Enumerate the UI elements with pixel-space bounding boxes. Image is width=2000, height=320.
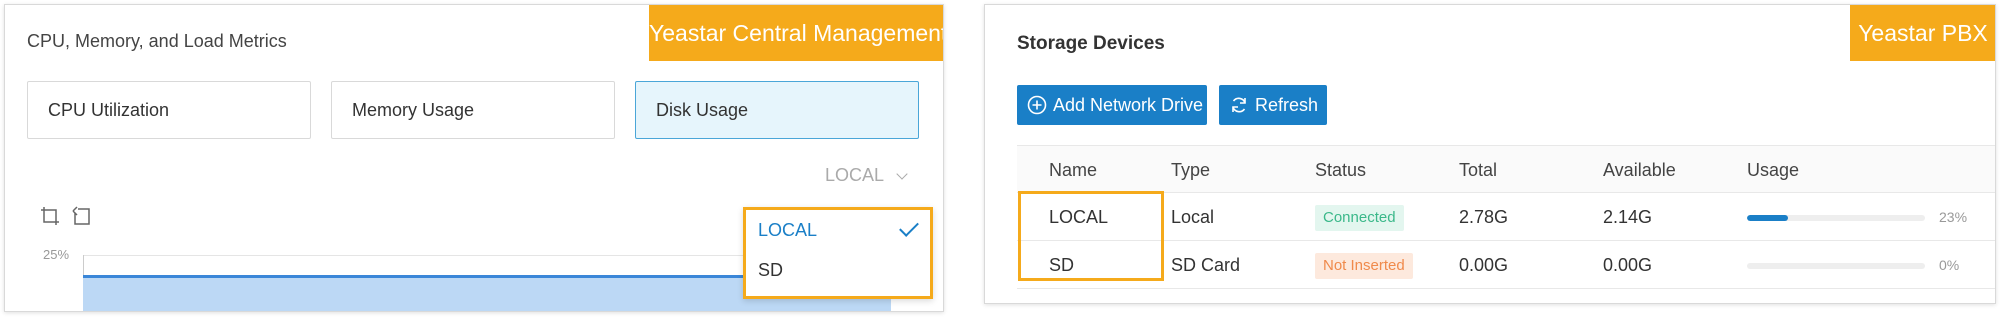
disk-select[interactable]: LOCAL [825,165,908,186]
usage-bar [1747,215,1925,221]
zoom-select-icon[interactable] [39,205,61,227]
panel-title: CPU, Memory, and Load Metrics [27,31,287,51]
name-column-highlight [1018,191,1164,281]
disk-select-value: LOCAL [825,165,885,185]
y-axis-tick: 25% [43,247,70,262]
usage-percent: 0% [1939,257,1960,273]
status-badge: Connected [1315,205,1404,232]
column-header-usage: Usage [1747,160,1800,180]
status-badge: Not Inserted [1315,253,1413,280]
refresh-button[interactable]: Refresh [1219,85,1327,125]
tab-cpu-utilization[interactable]: CPU Utilization [27,81,311,139]
metrics-panel: Yeastar Central Management CPU, Memory, … [4,4,944,312]
cell-total: 2.78G [1459,207,1509,227]
cell-type: Local [1171,207,1215,227]
usage-bar-fill [1747,215,1788,221]
chevron-down-icon [896,168,908,180]
column-header-available: Available [1603,160,1676,180]
plus-circle-icon [1027,95,1047,115]
column-header-type: Type [1171,160,1211,180]
tab-disk-usage[interactable]: Disk Usage [635,81,919,139]
dropdown-option-label: SD [758,260,784,280]
usage-percent: 23% [1939,209,1968,225]
cell-status: Not Inserted [1315,241,1413,289]
button-label: Refresh [1255,95,1319,115]
column-header-name: Name [1049,160,1098,180]
column-header-total: Total [1459,160,1498,180]
dropdown-option-local[interactable]: LOCAL [746,210,930,250]
cell-total: 0.00G [1459,255,1509,275]
panel-title: Storage Devices [1017,33,1165,54]
dropdown-option-sd[interactable]: SD [746,250,930,290]
usage-bar [1747,263,1925,269]
refresh-icon [1232,97,1246,113]
add-network-drive-button[interactable]: Add Network Drive [1017,85,1207,125]
table-header: Name Type Status Total Available Usage [1017,145,1995,193]
zoom-reset-icon[interactable] [71,205,93,227]
cell-status: Connected [1315,193,1404,241]
cell-type: SD Card [1171,255,1241,275]
cell-available: 2.14G [1603,207,1653,227]
button-label: Add Network Drive [1053,95,1204,115]
check-icon [899,217,919,237]
tab-memory-usage[interactable]: Memory Usage [331,81,615,139]
product-banner: Yeastar Central Management [649,5,943,61]
disk-dropdown-menu: LOCAL SD [743,207,933,299]
column-header-status: Status [1315,160,1367,180]
cell-available: 0.00G [1603,255,1653,275]
dropdown-option-label: LOCAL [758,220,818,240]
product-banner: Yeastar PBX [1850,5,1995,61]
